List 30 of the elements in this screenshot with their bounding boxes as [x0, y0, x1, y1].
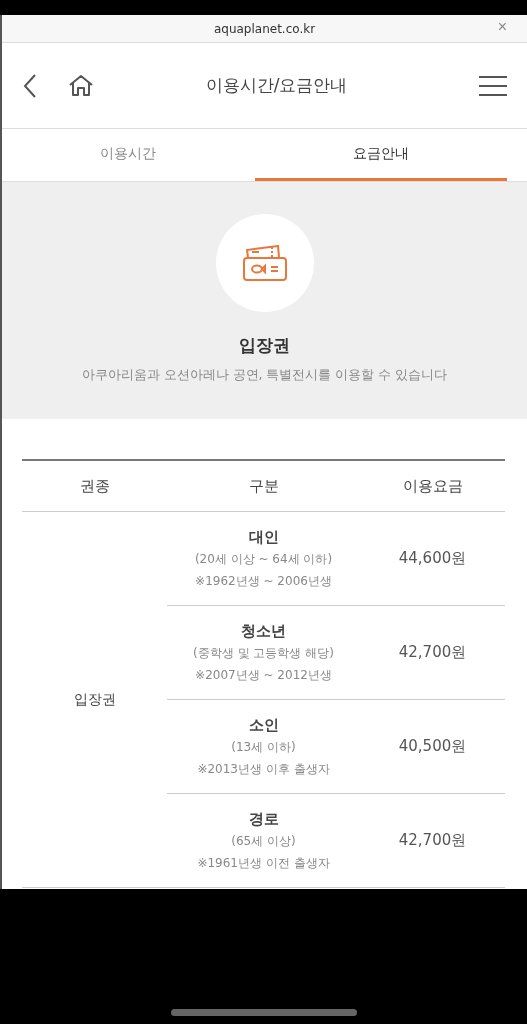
category-name: 경로 — [247, 808, 280, 830]
url-text: aquaplanet.co.kr — [213, 21, 316, 36]
category-name: 청소년 — [240, 620, 287, 642]
ticket-type-cell: 입장권 — [22, 511, 167, 888]
column-header: 권종 — [22, 460, 167, 512]
ticket-icon — [242, 245, 287, 281]
category-name: 소인 — [247, 714, 280, 736]
price-cell: 44,600원 — [360, 511, 505, 606]
age-condition: (중학생 및 고등학생 해당) — [192, 644, 335, 662]
age-condition: (65세 이상) — [230, 832, 297, 850]
column-header: 구분 — [167, 460, 360, 512]
price-cell: 40,500원 — [360, 699, 505, 794]
price-cell: 42,700원 — [360, 793, 505, 888]
age-condition: (20세 이상 ~ 64세 이하) — [193, 550, 334, 568]
birth-year-note: ※1962년생 ~ 2006년생 — [194, 572, 333, 590]
back-button[interactable] — [22, 72, 38, 99]
page-title: 이용시간/요금안내 — [204, 74, 349, 97]
tab[interactable]: 이용시간 — [2, 129, 255, 181]
price-cell: 42,700원 — [360, 605, 505, 700]
birth-year-note: ※2007년생 ~ 2012년생 — [194, 666, 333, 684]
menu-icon[interactable] — [479, 75, 507, 96]
close-button[interactable]: × — [497, 18, 507, 36]
column-header: 이용요금 — [360, 460, 505, 512]
birth-year-note: ※1961년생 이전 출생자 — [196, 854, 331, 872]
home-icon[interactable] — [68, 73, 94, 98]
category-name: 대인 — [247, 526, 280, 548]
section-title: 입장권 — [239, 334, 290, 357]
age-condition: (13세 이하) — [230, 738, 297, 756]
section-description: 아쿠아리움과 오션아레나 공연, 특별전시를 이용할 수 있습니다 — [81, 367, 448, 384]
birth-year-note: ※2013년생 이후 출생자 — [196, 760, 331, 778]
